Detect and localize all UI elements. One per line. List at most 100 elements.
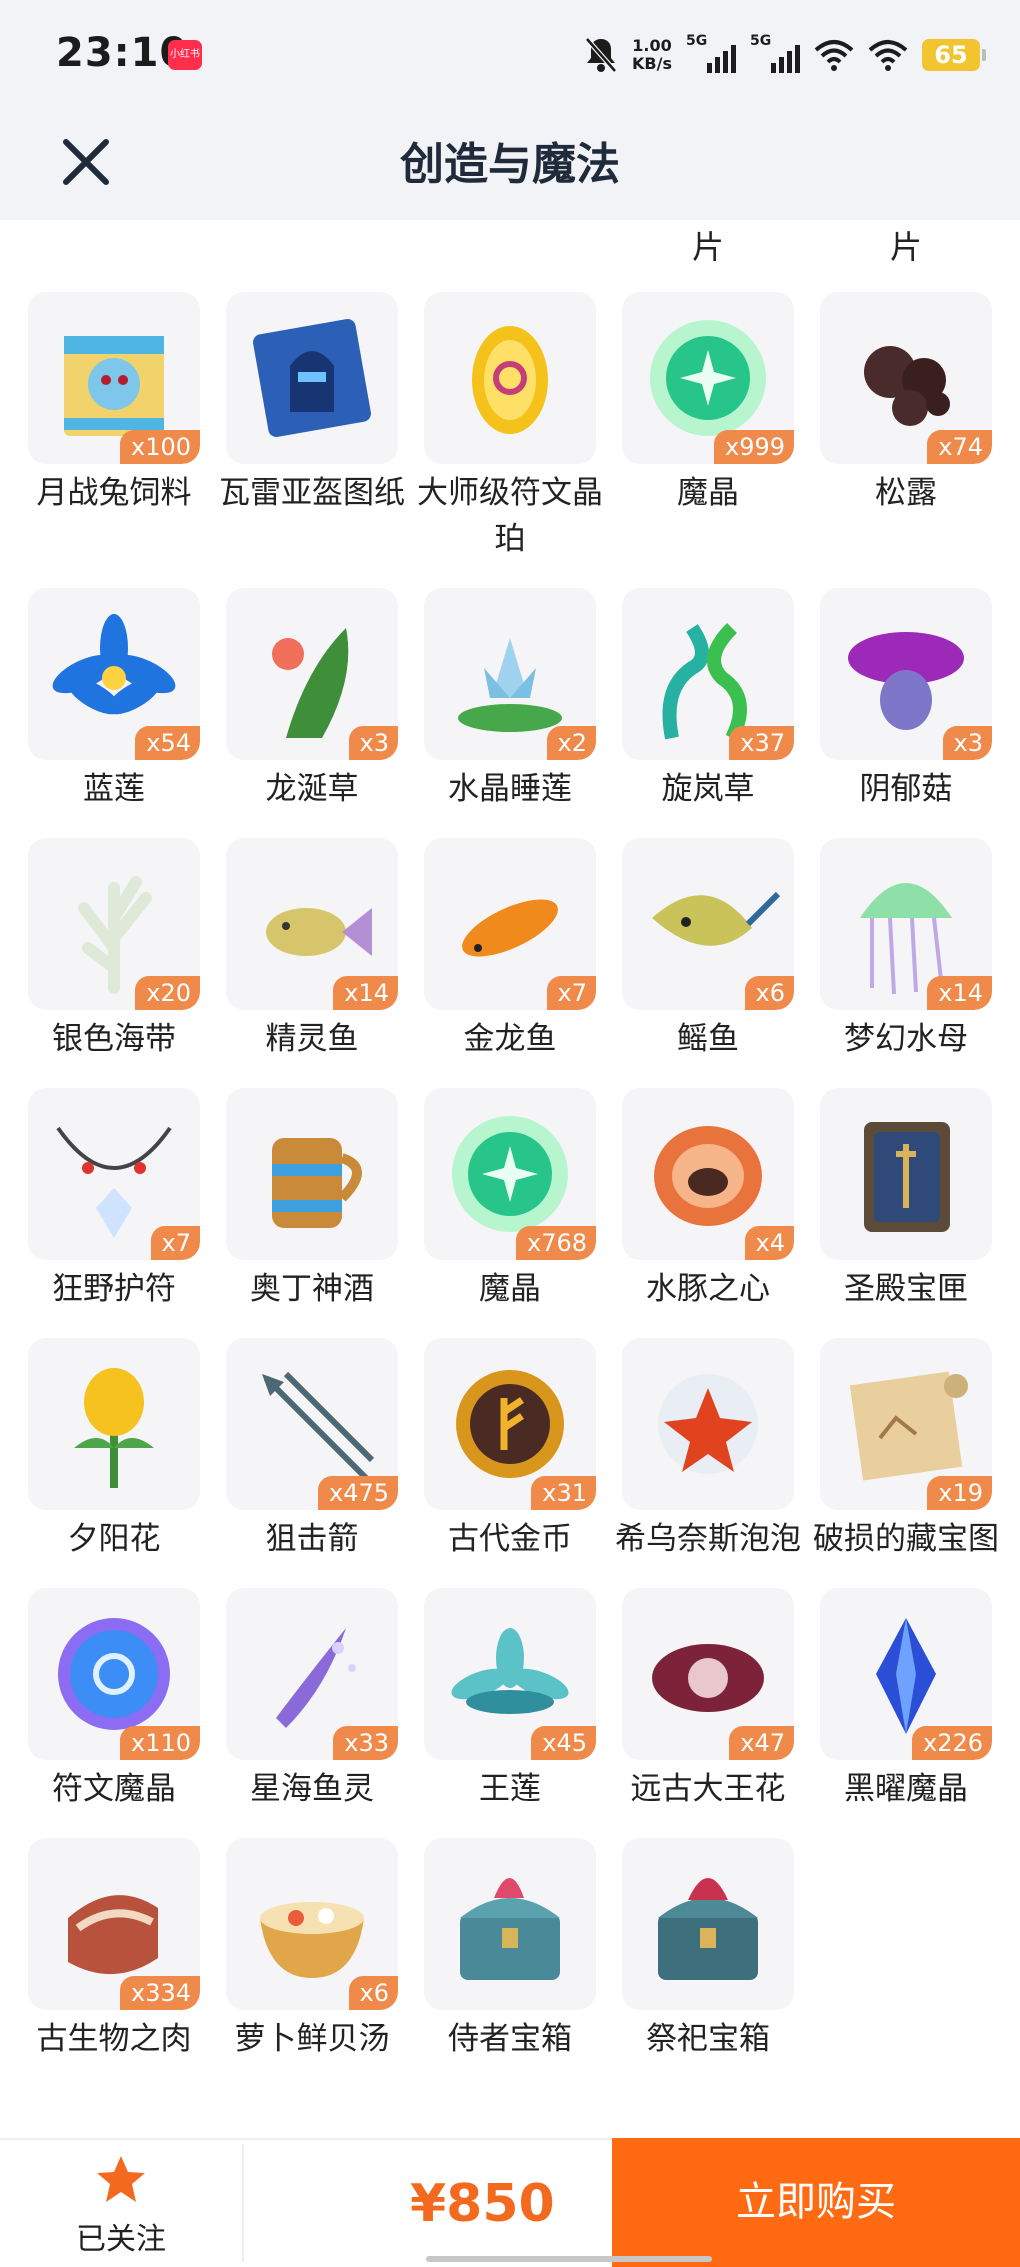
network-speed: 1.00 KB/s (632, 36, 672, 73)
item-quantity-badge: x475 (317, 1476, 398, 1510)
item-card[interactable]: 大师级符文晶珀 (417, 292, 603, 562)
item-card[interactable]: x4 水豚之心 (620, 1088, 796, 1312)
item-grid: x100 月战兔饲料 瓦雷亚盔图纸 大师级符文晶珀 x999 魔晶 x74 松露 x54 蓝莲 x3… (26, 292, 1006, 2088)
wifi-icon (814, 40, 854, 71)
item-quantity-badge: x20 (135, 976, 200, 1010)
item-name: 古生物之肉 (36, 2021, 192, 2057)
item-card[interactable]: x37 旋岚草 (620, 588, 796, 812)
item-image: x999 (622, 292, 794, 464)
item-card[interactable]: x14 精灵鱼 (224, 838, 400, 1062)
item-image: x3 (820, 588, 992, 760)
item-name: 黑曜魔晶 (844, 1771, 968, 1807)
item-quantity-badge: x74 (927, 430, 992, 464)
item-image (226, 1088, 398, 1260)
item-image: x768 (424, 1088, 596, 1260)
item-card[interactable]: x20 银色海带 (26, 838, 202, 1062)
item-card[interactable]: x31 古代金币 (422, 1338, 598, 1562)
item-name: 奥丁神酒 (250, 1271, 374, 1307)
item-image (820, 1088, 992, 1260)
helmet-blueprint-icon (253, 319, 371, 437)
divider (242, 2144, 244, 2262)
item-image (622, 1838, 794, 2010)
item-card[interactable]: 圣殿宝匣 (818, 1088, 994, 1312)
item-name: 魔晶 (677, 475, 739, 511)
item-image: x226 (820, 1588, 992, 1760)
item-card[interactable]: x475 狙击箭 (224, 1338, 400, 1562)
item-card[interactable]: x45 王莲 (422, 1588, 598, 1812)
item-card[interactable]: x3 阴郁菇 (818, 588, 994, 812)
item-image: x74 (820, 292, 992, 464)
item-card[interactable]: 希乌奈斯泡泡 (615, 1338, 801, 1562)
item-card[interactable]: x74 松露 (818, 292, 994, 562)
item-name: 大师级符文晶珀 (417, 475, 603, 557)
item-card[interactable]: x100 月战兔饲料 (26, 292, 202, 562)
item-name: 星海鱼灵 (250, 1771, 374, 1807)
home-indicator[interactable] (426, 2256, 712, 2262)
item-quantity-badge: x14 (927, 976, 992, 1010)
item-quantity-badge: x999 (713, 430, 794, 464)
item-image: x20 (28, 838, 200, 1010)
status-icons: 1.00 KB/s 5G 5G 65 (584, 30, 986, 80)
partial-item-name: 片 (889, 228, 922, 266)
item-name: 魔晶 (479, 1271, 541, 1307)
item-quantity-badge: x54 (135, 726, 200, 760)
item-card[interactable]: x14 梦幻水母 (818, 838, 994, 1062)
item-card[interactable]: 侍者宝箱 (422, 1838, 598, 2062)
item-name: 旋岚草 (661, 771, 755, 807)
item-card[interactable]: x6 萝卜鲜贝汤 (224, 1838, 400, 2062)
item-card[interactable]: x768 魔晶 (422, 1088, 598, 1312)
item-quantity-badge: x6 (348, 1976, 398, 2010)
item-image: x3 (226, 588, 398, 760)
item-card[interactable]: x6 鳐鱼 (620, 838, 796, 1062)
item-name: 水豚之心 (646, 1271, 770, 1307)
item-image: x4 (622, 1088, 794, 1260)
item-card[interactable]: 奥丁神酒 (224, 1088, 400, 1312)
status-bar: 23:10 小红书 1.00 KB/s 5G 5G 65 (0, 0, 1020, 110)
item-card[interactable]: x47 远古大王花 (620, 1588, 796, 1812)
item-card[interactable]: x226 黑曜魔晶 (818, 1588, 994, 1812)
item-card[interactable]: x110 符文魔晶 (26, 1588, 202, 1812)
page-title: 创造与魔法 (400, 139, 620, 190)
item-name: 远古大王花 (630, 1771, 786, 1807)
item-card[interactable]: x999 魔晶 (620, 292, 796, 562)
item-quantity-badge: x7 (546, 976, 596, 1010)
buy-now-button[interactable]: 立即购买 (612, 2138, 1020, 2267)
item-name: 狙击箭 (265, 1521, 359, 1557)
item-quantity-badge: x3 (348, 726, 398, 760)
item-card[interactable]: x3 龙涎草 (224, 588, 400, 812)
item-name: 希乌奈斯泡泡 (615, 1521, 801, 1557)
item-name: 水晶睡莲 (448, 771, 572, 807)
item-name: 侍者宝箱 (448, 2021, 572, 2057)
item-name: 萝卜鲜贝汤 (234, 2021, 390, 2057)
item-card[interactable]: x7 狂野护符 (26, 1088, 202, 1312)
item-image: x19 (820, 1338, 992, 1510)
page-header: 创造与魔法 (0, 110, 1020, 220)
item-card[interactable]: x2 水晶睡莲 (422, 588, 598, 812)
item-card[interactable]: x54 蓝莲 (26, 588, 202, 812)
item-card[interactable]: x33 星海鱼灵 (224, 1588, 400, 1812)
item-image (226, 292, 398, 464)
item-image: x7 (28, 1088, 200, 1260)
item-card[interactable]: 祭祀宝箱 (620, 1838, 796, 2062)
battery-indicator: 65 (922, 39, 986, 71)
item-name: 古代金币 (448, 1521, 572, 1557)
partial-item-name: 片 (691, 228, 724, 266)
item-image: x31 (424, 1338, 596, 1510)
item-quantity-badge: x4 (744, 1226, 794, 1260)
ritual-chest-icon (658, 1878, 758, 1980)
item-list-scroll[interactable]: 片 片 x100 月战兔饲料 瓦雷亚盔图纸 大师级符文晶珀 x999 魔晶 x74 松露 x54… (0, 220, 1020, 2110)
follow-button[interactable]: 已关注 (46, 2152, 196, 2262)
sunset-flower-icon (74, 1368, 154, 1488)
item-name: 鳐鱼 (677, 1021, 739, 1057)
temple-casket-icon (864, 1122, 950, 1232)
item-card[interactable]: 夕阳花 (26, 1338, 202, 1562)
item-card[interactable]: 瓦雷亚盔图纸 (219, 292, 405, 562)
item-quantity-badge: x19 (927, 1476, 992, 1510)
item-quantity-badge: x7 (150, 1226, 200, 1260)
item-card[interactable]: x19 破损的藏宝图 (813, 1338, 999, 1562)
item-card[interactable]: x7 金龙鱼 (422, 838, 598, 1062)
item-name: 狂野护符 (52, 1271, 176, 1307)
item-card[interactable]: x334 古生物之肉 (26, 1838, 202, 2062)
item-name: 蓝莲 (83, 771, 145, 807)
item-image: x110 (28, 1588, 200, 1760)
